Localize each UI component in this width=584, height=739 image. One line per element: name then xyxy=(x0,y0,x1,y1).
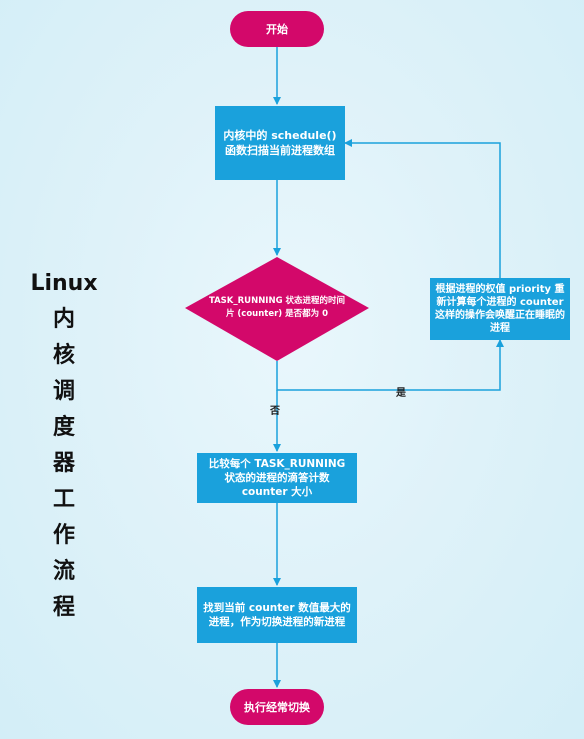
find-node: 找到当前 counter 数值最大的进程，作为切换进程的新进程 xyxy=(197,587,357,643)
title-char: 调 xyxy=(52,379,75,404)
title-char: 度 xyxy=(52,415,75,440)
recalc-node: 根据进程的权值 priority 重新计算每个进程的 counter 这样的操作… xyxy=(430,278,570,340)
compare-label: 比较每个 TASK_RUNNING 状态的进程的滴答计数 counter 大小 xyxy=(208,458,346,498)
decision-node: TASK_RUNNING 状态进程的时间片 (counter) 是否都为 0 xyxy=(205,288,349,328)
start-label: 开始 xyxy=(266,22,288,36)
title-char: 器 xyxy=(52,451,75,476)
vertical-title: Linux 内 核 调 度 器 工 作 流 程 xyxy=(28,266,100,626)
edge-decision-yes-to-recalc xyxy=(276,339,504,391)
no-label: 否 xyxy=(270,406,280,417)
title-char: 作 xyxy=(52,523,75,548)
title-char: 工 xyxy=(52,487,75,512)
title-char: 程 xyxy=(52,595,75,620)
compare-node: 比较每个 TASK_RUNNING 状态的进程的滴答计数 counter 大小 xyxy=(197,453,357,503)
end-node: 执行经常切换 xyxy=(230,689,324,725)
find-label: 找到当前 counter 数值最大的进程，作为切换进程的新进程 xyxy=(203,602,351,628)
title-char: 内 xyxy=(52,307,75,332)
title-linux: Linux xyxy=(30,271,98,296)
scan-node: 内核中的 schedule() 函数扫描当前进程数组 xyxy=(215,106,345,180)
recalc-label: 根据进程的权值 priority 重新计算每个进程的 counter 这样的操作… xyxy=(435,284,565,334)
title-chars: 内 核 调 度 器 工 作 流 程 xyxy=(28,302,100,626)
title-char: 流 xyxy=(52,559,75,584)
scan-label: 内核中的 schedule() 函数扫描当前进程数组 xyxy=(223,129,337,157)
decision-label: TASK_RUNNING 状态进程的时间片 (counter) 是否都为 0 xyxy=(208,296,346,319)
start-node: 开始 xyxy=(230,11,324,47)
edge-recalc-to-scan xyxy=(344,139,501,278)
yes-label: 是 xyxy=(396,388,406,399)
end-label: 执行经常切换 xyxy=(244,700,310,714)
title-char: 核 xyxy=(52,343,75,368)
